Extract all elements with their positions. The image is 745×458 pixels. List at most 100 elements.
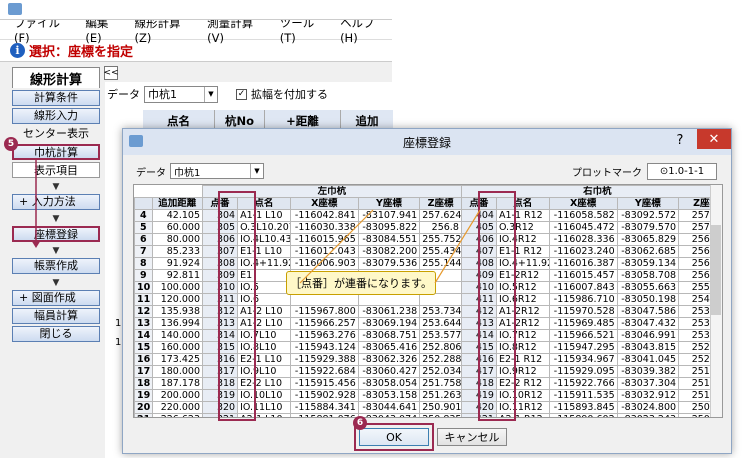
close-button[interactable]: ✕ <box>697 129 731 149</box>
table-cell[interactable]: -83095.822 <box>357 221 421 234</box>
table-cell[interactable]: -83044.641 <box>357 401 421 414</box>
table-cell[interactable]: -115922.766 <box>548 377 618 390</box>
table-cell[interactable]: 251.758 <box>419 377 462 390</box>
table-cell[interactable] <box>357 293 421 306</box>
table-cell[interactable]: 250.835 <box>419 413 462 417</box>
table-cell[interactable]: 160.000 <box>151 341 204 354</box>
table-cell[interactable]: -115902.928 <box>289 389 359 402</box>
table-cell[interactable]: -115929.388 <box>289 353 359 366</box>
table-cell[interactable]: -83047.586 <box>616 305 680 318</box>
table-cell[interactable]: 257.624 <box>419 209 462 222</box>
table-cell[interactable]: -83062.326 <box>357 353 421 366</box>
table-cell[interactable]: -83058.054 <box>357 377 421 390</box>
table-cell[interactable]: -83061.238 <box>357 305 421 318</box>
table-cell[interactable]: -115966.257 <box>289 317 359 330</box>
input-method-button[interactable]: + 入力方法 <box>12 194 100 210</box>
coord-register-button[interactable]: 座標登録 <box>12 226 100 242</box>
table-cell[interactable]: 187.178 <box>151 377 204 390</box>
scroll-thumb[interactable] <box>711 225 721 315</box>
table-cell[interactable]: -83092.572 <box>616 209 680 222</box>
table-cell[interactable]: -83024.800 <box>616 401 680 414</box>
table-cell[interactable]: -115947.295 <box>548 341 618 354</box>
calc-conditions-button[interactable]: 計算条件 <box>12 90 100 106</box>
table-cell[interactable]: -116042.841 <box>289 209 359 222</box>
table-cell[interactable]: -83053.158 <box>357 389 421 402</box>
plot-mark-button[interactable]: ⊙1.0-1-1 <box>647 163 717 180</box>
table-cell[interactable]: -115884.341 <box>289 401 359 414</box>
table-cell[interactable]: 253.644 <box>419 317 462 330</box>
help-icon[interactable]: ? <box>673 133 687 148</box>
table-cell[interactable]: 200.000 <box>151 389 204 402</box>
table-cell[interactable]: -83050.198 <box>616 293 680 306</box>
drawing-create-button[interactable]: + 図面作成 <box>12 290 100 306</box>
table-cell[interactable]: 253.577 <box>419 329 462 342</box>
table-cell[interactable]: -83043.815 <box>616 341 680 354</box>
table-cell[interactable]: -83039.382 <box>616 365 680 378</box>
table-cell[interactable]: -83041.045 <box>616 353 680 366</box>
vertical-scrollbar[interactable] <box>710 185 722 417</box>
table-cell[interactable]: -83065.416 <box>357 341 421 354</box>
table-cell[interactable]: -116058.582 <box>548 209 618 222</box>
table-cell[interactable]: -115963.276 <box>289 329 359 342</box>
table-cell[interactable] <box>289 293 359 306</box>
table-cell[interactable]: 255.144 <box>419 257 462 270</box>
table-cell[interactable]: 136.994 <box>151 317 204 330</box>
table-cell[interactable]: 255.434 <box>419 245 462 258</box>
table-cell[interactable]: -83032.912 <box>616 389 680 402</box>
collapse-button[interactable]: << <box>103 66 119 80</box>
table-cell[interactable]: 173.425 <box>151 353 204 366</box>
table-cell[interactable]: 256.8 <box>419 221 462 234</box>
table-cell[interactable]: 180.000 <box>151 365 204 378</box>
table-cell[interactable]: -115934.967 <box>548 353 618 366</box>
table-cell[interactable]: -83043.074 <box>357 413 421 417</box>
table-cell[interactable]: 252.034 <box>419 365 462 378</box>
table-cell[interactable]: -83023.243 <box>616 413 680 417</box>
ok-button[interactable]: OK <box>359 428 429 446</box>
table-cell[interactable]: 85.233 <box>151 245 204 258</box>
close-panel-button[interactable]: 閉じる <box>12 326 100 342</box>
table-cell[interactable]: -115986.710 <box>548 293 618 306</box>
table-cell[interactable]: 135.938 <box>151 305 204 318</box>
linear-input-button[interactable]: 線形入力 <box>12 108 100 124</box>
form-create-button[interactable]: 帳票作成 <box>12 258 100 274</box>
table-cell[interactable]: -115893.845 <box>548 401 618 414</box>
table-cell[interactable]: -116028.336 <box>548 233 618 246</box>
center-calc-button[interactable]: 巾杭計算 <box>12 144 100 160</box>
table-cell[interactable]: -83065.829 <box>616 233 680 246</box>
table-cell[interactable]: 251.263 <box>419 389 462 402</box>
table-cell[interactable]: -83062.685 <box>616 245 680 258</box>
tab-linear-calc[interactable]: 線形計算 <box>12 67 100 88</box>
table-cell[interactable]: -115929.095 <box>548 365 618 378</box>
table-cell[interactable]: -115969.485 <box>548 317 618 330</box>
table-cell[interactable]: -83055.663 <box>616 281 680 294</box>
table-cell[interactable]: -116007.843 <box>548 281 618 294</box>
table-cell[interactable]: 255.752 <box>419 233 462 246</box>
data-select[interactable]: 巾杭1 ▼ <box>144 85 218 103</box>
table-cell[interactable]: -116030.338 <box>289 221 359 234</box>
table-cell[interactable]: -83079.570 <box>616 221 680 234</box>
dialog-data-select[interactable]: 巾杭1 ▼ <box>170 163 264 179</box>
table-cell[interactable]: -83060.427 <box>357 365 421 378</box>
table-cell[interactable]: -115967.800 <box>289 305 359 318</box>
table-cell[interactable]: -116015.965 <box>289 233 359 246</box>
table-cell[interactable]: -83084.551 <box>357 233 421 246</box>
table-cell[interactable]: -115970.528 <box>548 305 618 318</box>
table-cell[interactable]: 100.000 <box>151 281 204 294</box>
display-items-button[interactable]: 表示項目 <box>12 162 100 178</box>
table-cell[interactable]: -115922.684 <box>289 365 359 378</box>
table-cell[interactable]: 92.811 <box>151 269 204 282</box>
expand-checkbox[interactable]: ✓ <box>236 88 247 100</box>
table-cell[interactable]: 42.105 <box>151 209 204 222</box>
table-cell[interactable] <box>419 293 462 306</box>
table-cell[interactable]: -116045.472 <box>548 221 618 234</box>
table-cell[interactable]: -83046.991 <box>616 329 680 342</box>
table-cell[interactable]: 60.000 <box>151 221 204 234</box>
table-cell[interactable]: -116015.457 <box>548 269 618 282</box>
table-cell[interactable]: -116016.387 <box>548 257 618 270</box>
table-cell[interactable]: 252.806 <box>419 341 462 354</box>
table-cell[interactable]: -83059.134 <box>616 257 680 270</box>
width-calc-button[interactable]: 幅員計算 <box>12 308 100 324</box>
table-cell[interactable]: -83047.432 <box>616 317 680 330</box>
table-cell[interactable]: 226.623 <box>151 413 204 417</box>
table-cell[interactable]: -83068.751 <box>357 329 421 342</box>
